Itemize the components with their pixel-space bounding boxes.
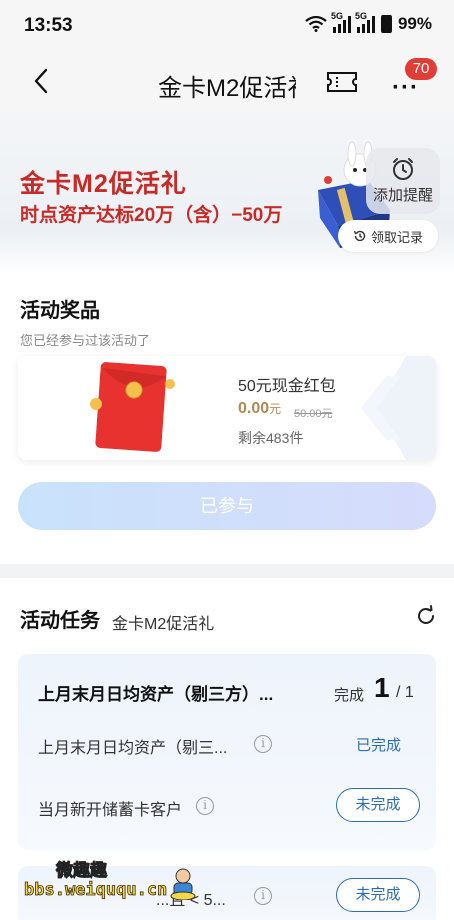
task-card-heading: 上月末月日均资产（剔三方）... [38,685,274,704]
prize-section: 活动奖品 您已经参与过该活动了 50元现金红包 0.00元 50.00元 剩余4… [0,272,454,564]
activity-banner: 金卡M2促活礼 时点资产达标20万（含）−50万 添加提醒 领取记录 [0,112,454,272]
task-status-button[interactable]: 未完成 [336,878,420,912]
task-progress-label: 完成 [334,687,365,704]
status-time: 13:53 [24,15,73,36]
task-status-done: 已完成 [356,737,402,754]
claim-records-button[interactable]: 领取记录 [338,220,438,252]
info-icon[interactable]: i [254,887,272,905]
prize-name: 50元现金红包 [238,378,336,395]
back-arrow-icon[interactable] [28,66,58,96]
task-row: 上月末月日均资产（剔三... i 已完成 [38,724,418,764]
task-progress-done: 1 [374,672,390,703]
page-title: 金卡M2促活礼 [158,75,296,102]
watermark-url: bbs.weiququ.cn [24,880,168,901]
add-reminder-label: 添加提醒 [372,187,433,204]
history-icon [353,230,366,242]
wifi-icon [305,16,327,32]
task-activity-name: 金卡M2促活礼 [112,616,215,633]
battery-percent: 99% [397,14,432,33]
task-section-title: 活动任务 [20,610,100,632]
info-icon[interactable]: i [196,797,214,815]
status-bar: 13:53 5G 5G 99% [0,0,454,54]
add-reminder-button[interactable]: 添加提醒 [366,148,440,214]
battery-icon [380,15,392,33]
site-watermark: 微趣趣 bbs.weiququ.cn [24,852,196,920]
cell-signal-1-icon: 5G [331,11,351,33]
chevron-decoration-icon [361,356,436,460]
prize-price: 0.00元 [238,400,282,417]
prize-card[interactable]: 50元现金红包 0.00元 50.00元 剩余483件 [18,356,436,460]
alarm-clock-icon [393,158,413,180]
message-count-badge: 70 [405,58,437,80]
mascot-icon [170,868,196,900]
status-icons: 5G 5G 99% [305,11,432,34]
nav-bar: 金卡M2促活礼 ··· 70 [0,54,454,112]
ticket-icon[interactable] [326,70,358,94]
task-row-label: 上月末月日均资产（剔三... [38,740,228,757]
task-status-button[interactable]: 未完成 [336,788,420,822]
task-progress-total: / 1 [396,684,414,701]
task-row-label: 当月新开储蓄卡客户 [38,802,183,819]
info-icon[interactable]: i [254,735,272,753]
watermark-title: 微趣趣 [56,861,108,881]
participation-notice: 您已经参与过该活动了 [20,333,151,348]
prize-section-title: 活动奖品 [20,300,100,322]
prize-stock: 剩余483件 [238,430,304,446]
task-card: 上月末月日均资产（剔三方）... 完成 1 / 1 上月末月日均资产（剔三...… [18,654,436,850]
cell-signal-2-icon: 5G [355,11,375,33]
red-envelope-icon [90,362,175,452]
banner-subtitle: 时点资产达标20万（含）−50万 [20,205,283,226]
joined-button[interactable]: 已参与 [18,482,436,530]
prize-original-price: 50.00元 [294,408,333,420]
task-row: 当月新开储蓄卡客户 i 未完成 [38,786,420,826]
refresh-icon[interactable] [414,604,438,628]
claim-records-label: 领取记录 [370,229,423,245]
banner-title: 金卡M2促活礼 [20,170,187,198]
